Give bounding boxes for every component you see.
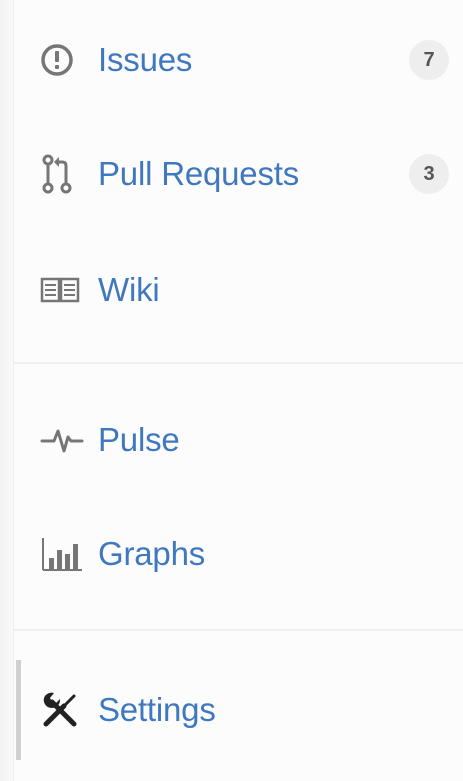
sidebar-item-graphs[interactable]: Graphs [40, 524, 463, 584]
tools-icon [40, 690, 84, 730]
graph-icon [40, 534, 84, 574]
sidebar-left-border [0, 0, 14, 781]
book-icon [40, 270, 84, 310]
issue-opened-icon [40, 40, 84, 80]
pull-requests-count-badge: 3 [409, 154, 449, 194]
sidebar-item-wiki[interactable]: Wiki [40, 260, 463, 320]
sidebar-item-label: Pull Requests [98, 155, 300, 192]
sidebar-item-label: Wiki [98, 271, 160, 308]
selected-indicator [16, 660, 21, 760]
nav-group-divider [14, 629, 463, 631]
issues-count-badge: 7 [409, 40, 449, 80]
sidebar-item-label: Graphs [98, 535, 206, 572]
sidebar-item-settings[interactable]: Settings [40, 680, 463, 740]
sidebar-item-pull-requests[interactable]: Pull Requests 3 [40, 144, 463, 204]
sidebar-item-label: Pulse [98, 421, 180, 458]
sidebar-item-label: Settings [98, 691, 216, 728]
repo-nav-sidebar: Issues 7 Pull Requests 3 Wiki Pulse Grap… [0, 0, 463, 781]
sidebar-item-issues[interactable]: Issues 7 [40, 30, 463, 90]
git-pull-request-icon [40, 154, 84, 194]
sidebar-item-pulse[interactable]: Pulse [40, 410, 463, 470]
sidebar-item-label: Issues [98, 41, 193, 78]
pulse-icon [40, 420, 84, 460]
nav-group-divider [14, 362, 463, 364]
